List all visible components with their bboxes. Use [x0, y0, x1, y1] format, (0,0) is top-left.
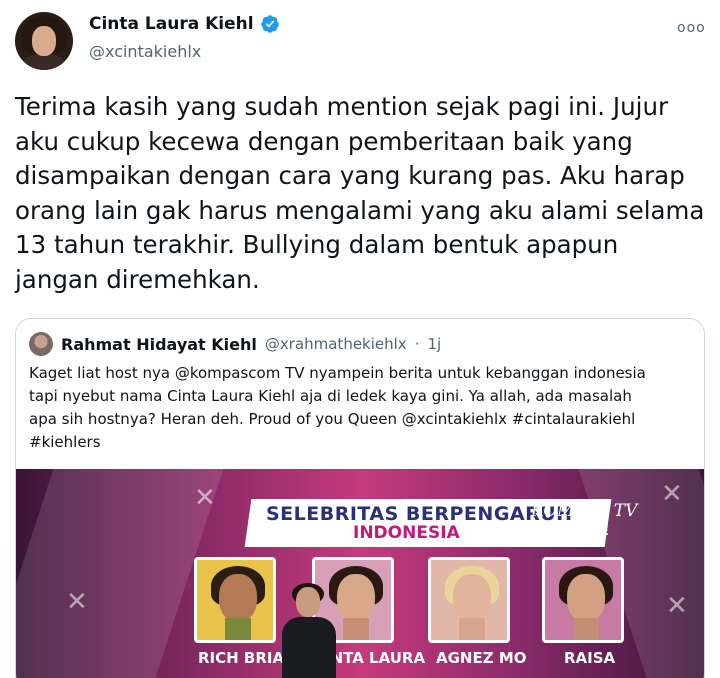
channel-logo: KOMPAS TV	[531, 501, 638, 521]
quote-handle: @xrahmathekiehlx	[264, 335, 407, 353]
more-options-icon[interactable]: ooo	[677, 20, 706, 36]
tweet-text: Terima kasih yang sudah mention sejak pa…	[15, 92, 705, 294]
author-avatar[interactable]	[15, 12, 73, 70]
quote-separator: ·	[414, 335, 420, 353]
quote-time: 1j	[427, 335, 442, 353]
decor-x-icon: ✕	[194, 483, 216, 513]
tv-presenter	[278, 583, 340, 678]
banner-title: SELEBRITAS BERPENGARUH	[266, 503, 573, 525]
celebrity-card-label: AGNEZ MO	[436, 649, 527, 667]
quote-media-image[interactable]: ✕ ✕ ✕ ✕ SELEBRITAS BERPENGARUH INDONESIA…	[16, 469, 704, 678]
decor-x-icon: ✕	[661, 479, 683, 509]
celebrity-card	[428, 557, 510, 643]
quote-display-name: Rahmat Hidayat Kiehl	[61, 334, 257, 354]
author-display-name[interactable]: Cinta Laura Kiehl	[89, 14, 254, 34]
quoted-tweet[interactable]: Rahmat Hidayat Kiehl @xrahmathekiehlx · …	[15, 318, 705, 678]
author-name-row: Cinta Laura Kiehl	[89, 14, 280, 34]
celebrity-card	[542, 557, 624, 643]
verified-badge-icon	[260, 15, 279, 33]
author-handle[interactable]: @xcintakiehlx	[89, 42, 201, 61]
banner-subtitle: INDONESIA	[353, 523, 460, 543]
quote-header: Rahmat Hidayat Kiehl @xrahmathekiehlx · …	[29, 332, 441, 356]
quote-text: Kaget liat host nya @kompascom TV nyampe…	[29, 364, 646, 451]
quote-author-avatar	[29, 332, 53, 356]
decor-x-icon: ✕	[666, 591, 688, 621]
decor-x-icon: ✕	[66, 587, 88, 617]
celebrity-card-label: RAISA	[564, 649, 616, 667]
celebrity-card	[194, 557, 276, 643]
tweet[interactable]: Cinta Laura Kiehl @xcintakiehlx ooo Teri…	[0, 0, 720, 678]
channel-live-label: LIVE	[579, 524, 609, 538]
